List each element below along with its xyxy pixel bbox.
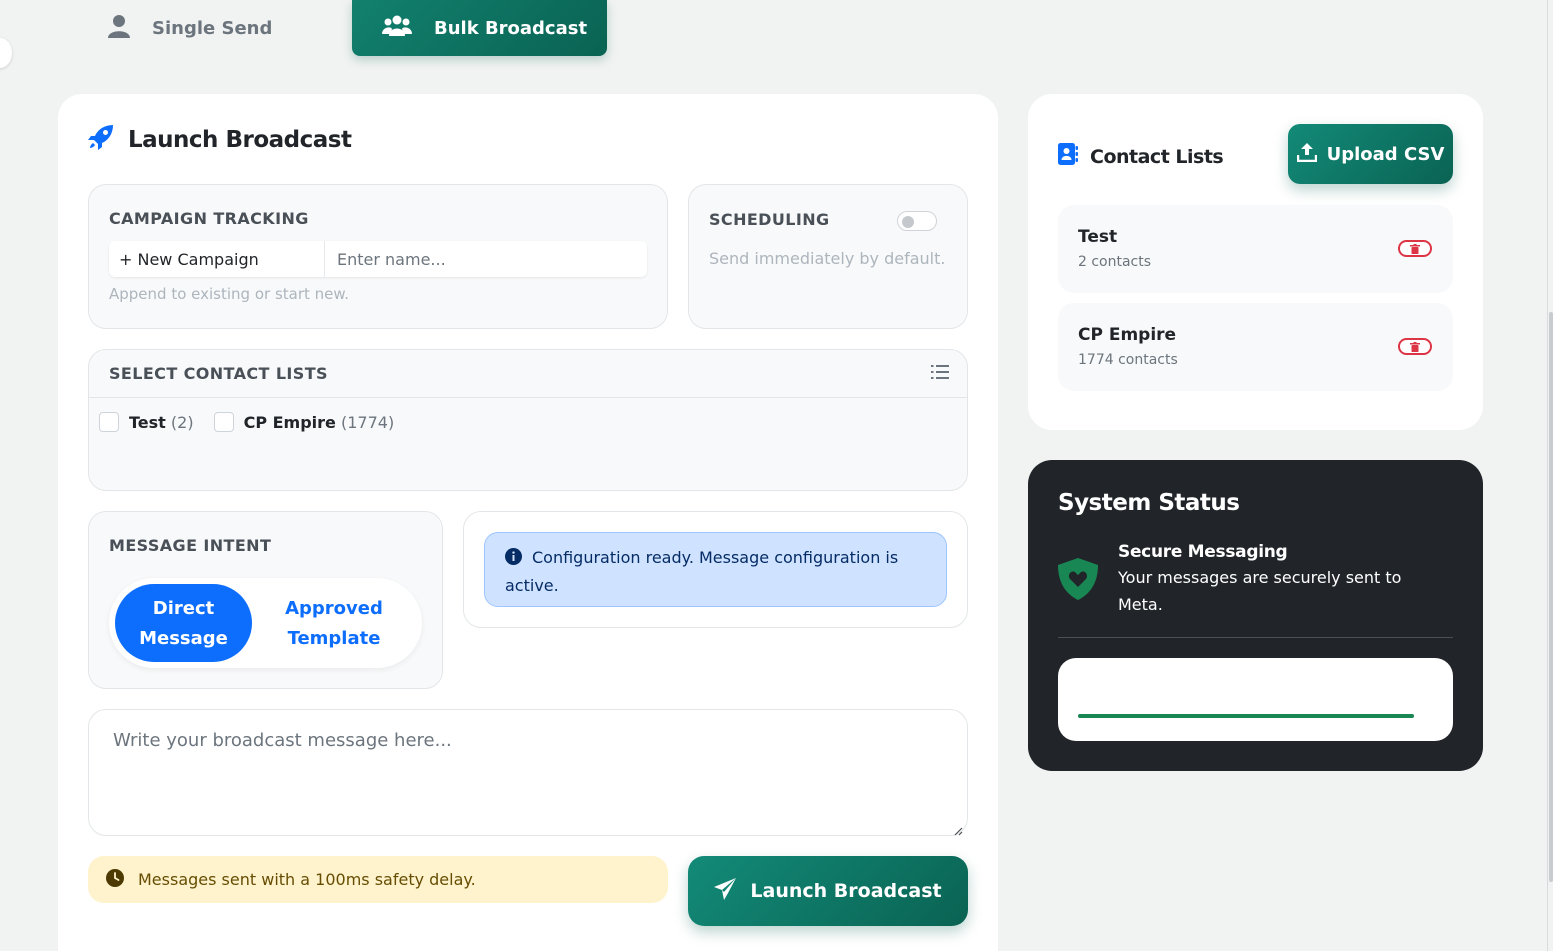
select-contact-lists-section: Select Contact Lists Test (2) CP Empire … [88,349,968,491]
page-title-text: Launch Broadcast [128,127,352,153]
secure-messaging-title: Secure Messaging [1118,542,1288,562]
list-item: Test 2 contacts [1058,205,1453,293]
clock-icon [106,868,124,891]
launch-broadcast-card: Launch Broadcast Campaign Tracking + New… [58,94,998,951]
info-icon [505,547,522,573]
campaign-input-group: + New Campaign [109,241,647,277]
campaign-tracking-label: Campaign Tracking [109,209,309,228]
campaign-tracking-section: Campaign Tracking + New Campaign Append … [88,184,668,329]
top-tab-bar: Single Send Bulk Broadcast [0,0,1553,68]
safety-delay-text: Messages sent with a 100ms safety delay. [138,870,476,889]
contact-lists-header: Select Contact Lists [89,350,967,398]
select-contact-lists-label: Select Contact Lists [109,364,328,383]
contact-option-count: (2) [170,412,194,432]
configuration-alert-text: Configuration ready. Message configurati… [505,548,899,595]
contact-list-name: Test [1078,227,1118,247]
trash-icon [1410,239,1420,258]
scheduling-label: Scheduling [709,210,830,229]
contact-list-checkboxes: Test (2) CP Empire (1774) [99,412,394,432]
broadcast-message-textarea[interactable] [88,709,968,836]
contact-lists-card: Contact Lists Upload CSV Test 2 contacts… [1028,94,1483,430]
upload-icon [1296,142,1317,167]
configuration-status-section: Configuration ready. Message configurati… [463,511,968,628]
scheduling-toggle-knob [902,216,914,228]
campaign-name-input[interactable] [325,241,647,277]
contact-list-count: 2 contacts [1078,254,1152,270]
system-status-title: System Status [1058,490,1240,516]
scheduling-help-text: Send immediately by default. [709,249,946,268]
scrollbar-track-line [1547,0,1548,951]
message-intent-section: Message Intent Direct Message Approved T… [88,511,443,689]
user-icon [108,14,130,43]
trash-icon [1410,337,1420,356]
status-progress-fill [1078,714,1414,718]
list-item: CP Empire 1774 contacts [1058,303,1453,391]
scheduling-toggle[interactable] [897,211,937,231]
users-icon [382,15,412,42]
delete-list-button[interactable] [1398,240,1432,257]
resize-grip-icon[interactable] [953,821,963,840]
page-title: Launch Broadcast [88,124,352,156]
contact-option-cp-empire[interactable]: CP Empire (1774) [213,412,395,432]
delete-list-button[interactable] [1398,338,1432,355]
status-progress-bar [1078,714,1414,718]
system-status-card: System Status Secure Messaging Your mess… [1028,460,1483,771]
message-intent-switch: Direct Message Approved Template [109,578,422,668]
contact-list-count: 1774 contacts [1078,352,1178,368]
sidebar-toggle-edge[interactable] [0,38,12,68]
checkbox[interactable] [99,412,119,432]
contact-list-name: CP Empire [1078,325,1177,345]
launch-broadcast-label: Launch Broadcast [750,880,942,902]
shield-heart-icon [1058,558,1098,604]
list-icon [931,364,949,384]
upload-csv-label: Upload CSV [1326,143,1445,165]
safety-delay-note: Messages sent with a 100ms safety delay. [88,856,668,903]
status-panel [1058,658,1453,741]
message-intent-label: Message Intent [109,536,272,555]
contact-option-name: Test [129,412,166,432]
tab-bulk-broadcast-label: Bulk Broadcast [434,17,588,39]
campaign-select[interactable]: + New Campaign [109,241,325,277]
intent-direct-message-button[interactable]: Direct Message [115,584,252,662]
checkbox[interactable] [213,412,234,432]
contact-option-test[interactable]: Test (2) [99,412,194,432]
scrollbar-thumb[interactable] [1549,312,1553,882]
secure-messaging-text: Your messages are securely sent to Meta. [1118,568,1402,614]
page-scrollbar[interactable] [1547,0,1553,951]
launch-broadcast-button[interactable]: Launch Broadcast [688,856,968,926]
tab-single-send[interactable]: Single Send [108,0,272,56]
contact-option-name: CP Empire [243,412,336,432]
configuration-alert: Configuration ready. Message configurati… [484,532,947,607]
tab-bulk-broadcast[interactable]: Bulk Broadcast [352,0,607,56]
contact-lists-title-text: Contact Lists [1090,145,1224,168]
paper-plane-icon [714,877,737,905]
upload-csv-button[interactable]: Upload CSV [1288,124,1453,184]
contact-lists-title: Contact Lists [1058,143,1224,170]
intent-approved-template-button[interactable]: Approved Template [269,594,399,654]
campaign-help-text: Append to existing or start new. [109,285,350,303]
tab-single-send-label: Single Send [152,17,273,39]
address-book-icon [1058,143,1078,170]
status-divider [1058,637,1453,638]
rocket-icon [88,124,114,156]
scheduling-section: Scheduling Send immediately by default. [688,184,968,329]
contact-option-count: (1774) [341,412,395,432]
